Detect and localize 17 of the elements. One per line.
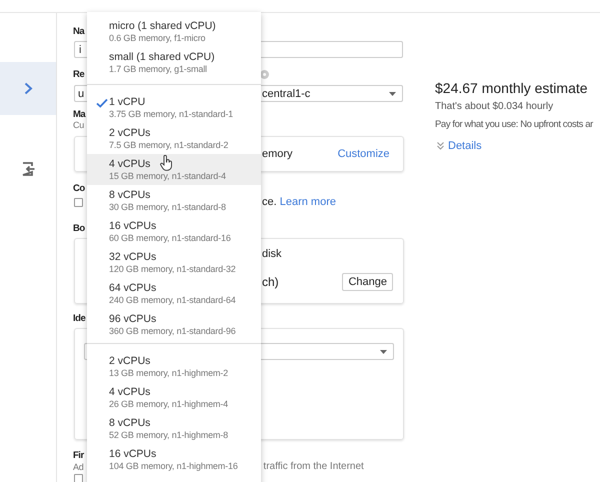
field-label: Co xyxy=(73,183,85,194)
field-label: Fir xyxy=(73,450,84,461)
machine-summary: emory xyxy=(262,148,293,160)
boot-disk-title: disk xyxy=(262,248,283,260)
field-label: Ma xyxy=(73,109,86,120)
monthly-estimate: $24.67 monthly estimate xyxy=(435,80,589,96)
field-label: Bo xyxy=(73,223,85,234)
boot-disk-image: ch) xyxy=(262,275,279,289)
field-hint: Cu xyxy=(73,120,84,130)
pricing-note: Pay for what you use: No upfront costs ar xyxy=(435,119,593,131)
field-label: Na xyxy=(73,26,84,37)
field-label: Ide xyxy=(73,313,86,324)
field-hint: Ad xyxy=(73,462,84,472)
field-label: Re xyxy=(73,69,84,80)
firewall-option-label: traffic from the Internet xyxy=(263,462,364,472)
container-note: ce. Learn more xyxy=(262,196,336,208)
hourly-estimate: That's about $0.034 hourly xyxy=(435,101,554,113)
